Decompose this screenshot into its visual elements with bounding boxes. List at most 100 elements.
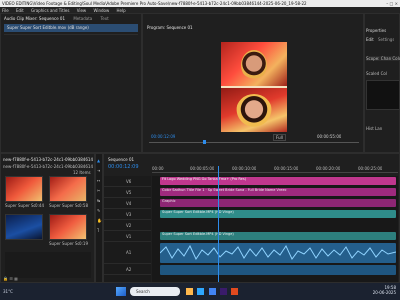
video-frame[interactable] [221,42,287,132]
project-item-duration-1: 0:44 [35,203,44,208]
project-panel: new-f7880f-e-5413-b72c-24c1-09bb03846144… [0,153,95,283]
ruler-label: 00:00:20:00 [316,166,341,171]
properties-tab[interactable]: Properties [366,28,386,33]
app-edge-icon[interactable] [197,288,205,295]
clock-date: 20-06-2025 [372,290,396,295]
bride-face-bottom [236,94,272,128]
title-bar: VIDEO EDITING\Video Footage & Editing\So… [0,0,400,7]
icon-view-icon[interactable]: ▦ [14,276,18,281]
app-file-explorer-icon[interactable] [186,288,193,295]
ruler-label: 00:00:15:00 [274,166,299,171]
app-premiere-icon[interactable] [219,288,227,295]
timeline-panel: Sequence 01 00:00:12:09 00:00 00:00:05:0… [103,153,400,283]
program-title[interactable]: Program: Sequence 01 [147,25,193,30]
windows-start-icon[interactable] [116,287,126,296]
lock-icon[interactable]: 🔒 [3,276,8,281]
project-thumb-1[interactable] [5,176,43,202]
slip-icon[interactable]: ↹ [97,198,100,203]
track-header-v5[interactable]: V5 [104,187,151,198]
clip-a2[interactable] [160,265,396,275]
track-header-v3[interactable]: V3 [104,209,151,220]
properties-panel: Properties Edit Settings Scope: Chan Col… [364,13,400,153]
clip-v5[interactable]: Color Sadhun Title File 1 · Sp Sweet Bri… [160,188,396,196]
source-panel: Audio Clip Mixer: Sequence 01 Metadata T… [0,13,142,153]
hand-icon[interactable]: ✋ [97,218,102,223]
window-title: VIDEO EDITING\Video Footage & Editing\So… [2,1,307,6]
program-duration: 00:00:55:00 [317,134,342,139]
program-monitor: Program: Sequence 01 00:00:12:09 Full 00… [142,13,364,182]
transport-controls: { } ⏮ ◀ ▶ ▶ ⏭ ⇡ ◙ + [207,146,307,182]
ruler-label: 00:00:25:00 [358,166,383,171]
project-item-name-2: Super Super Sort Edi... [49,203,79,208]
settings-tab[interactable]: Settings [378,37,394,42]
scrub-bar[interactable] [149,142,359,143]
clock[interactable]: 19:58 20-06-2025 [373,285,396,295]
track-header-v1[interactable]: V1 [104,231,151,242]
program-timecode[interactable]: 00:00:12:09 [151,134,175,139]
search-label: Search [136,289,150,294]
item-count: 12 Items [73,170,91,175]
sequence-tab[interactable]: Sequence 01 [108,157,134,162]
project-item-duration-2: 0:58 [79,203,88,208]
tab-metadata[interactable]: Metadata [73,16,92,21]
project-thumb-4[interactable] [49,214,87,240]
timeline-playhead[interactable] [218,166,219,282]
tab-audio-mixer[interactable]: Audio Clip Mixer: Sequence 01 [4,16,65,21]
list-view-icon[interactable]: ☰ [9,276,13,281]
taskbar-apps [186,288,241,296]
clip-v3[interactable]: Super Super Sort Editble.MP4 (HD Vinge) [160,210,396,218]
selection-tool-icon[interactable]: ▲ [97,158,100,163]
track-headers: V6 V5 V4 V3 V2 V1 A1 A2 [104,176,151,282]
scope-dropdown[interactable]: Scope: Chan Color [366,56,400,61]
tools-panel: ▲ ⇥ ↔ ✂ ↹ ✎ ✋ T [95,153,103,283]
clip-v4[interactable]: Graphic [160,199,396,207]
project-item-name-1: Super Super Sort Edi... [5,203,35,208]
razor-icon[interactable]: ✂ [97,188,100,193]
clip-v1[interactable]: Super Super Sort Editble.MP4 (HD Vinge) [160,232,396,240]
track-header-a1[interactable]: A1 [104,242,151,264]
edit-tab[interactable]: Edit [366,37,374,42]
frame-divider [221,86,287,88]
taskbar: 31°C Search 19:58 20-06-2025 [0,283,400,300]
maximize-icon[interactable]: □ [390,1,394,6]
playhead-marker[interactable] [203,140,206,144]
ripple-edit-icon[interactable]: ↔ [97,178,100,183]
scale-label: Scaled Col [366,71,387,76]
pen-icon[interactable]: ✎ [97,208,100,213]
project-footer-icons: 🔒 ☰ ▦ [3,276,18,281]
track-select-icon[interactable]: ⇥ [97,168,100,173]
sequence-timecode[interactable]: 00:00:12:09 [108,164,139,170]
project-file: new-f7880f-e-5413-b72c-24c1-09bb03846144… [3,164,93,169]
close-icon[interactable]: × [395,1,398,6]
track-header-v4[interactable]: V4 [104,198,151,209]
divider [4,34,138,35]
selected-item-row[interactable]: Super Super Sort Editble.mov (dB range) [4,24,138,32]
tab-text[interactable]: Text [101,16,109,21]
app-chrome-icon[interactable] [208,288,216,295]
track-area[interactable]: Fit Logo Wedding PNG Go Tanka Fma+ (Pro … [152,166,398,282]
minimize-icon[interactable]: – [386,1,388,6]
audio-waveform [160,244,396,261]
ruler-label: 00:00:10:00 [232,166,257,171]
project-thumb-2[interactable] [49,176,87,202]
track-header-v2[interactable]: V2 [104,220,151,231]
project-item-duration-4: 0:19 [79,241,88,246]
time-ruler[interactable]: 00:00 00:00:05:00 00:00:10:00 00:00:15:0… [152,166,398,173]
app-misc-icon[interactable] [231,288,239,295]
bride-face-top [241,50,267,80]
type-icon[interactable]: T [97,228,99,233]
scope-display [366,80,400,110]
taskbar-search[interactable]: Search [130,287,180,296]
fit-dropdown[interactable]: Full [273,134,286,141]
ruler-label: 00:00:05:00 [190,166,215,171]
project-title[interactable]: new-f7880f-e-5413-b72c-24c1-09bb03846144… [3,157,93,162]
project-empty-area [5,252,91,278]
weather-temp[interactable]: 31°C [3,289,27,294]
clip-v6[interactable]: Fit Logo Wedding PNG Go Tanka Fma+ (Pro … [160,177,396,185]
track-header-v6[interactable]: V6 [104,176,151,187]
clip-a1[interactable] [160,243,396,263]
track-header-a2[interactable]: A2 [104,264,151,275]
project-item-name-4: Super Super Sort Edi... [49,241,79,246]
project-thumb-3[interactable] [5,214,43,240]
source-item-label: Super Super Sort Editble.mov (dB range) [7,25,89,30]
